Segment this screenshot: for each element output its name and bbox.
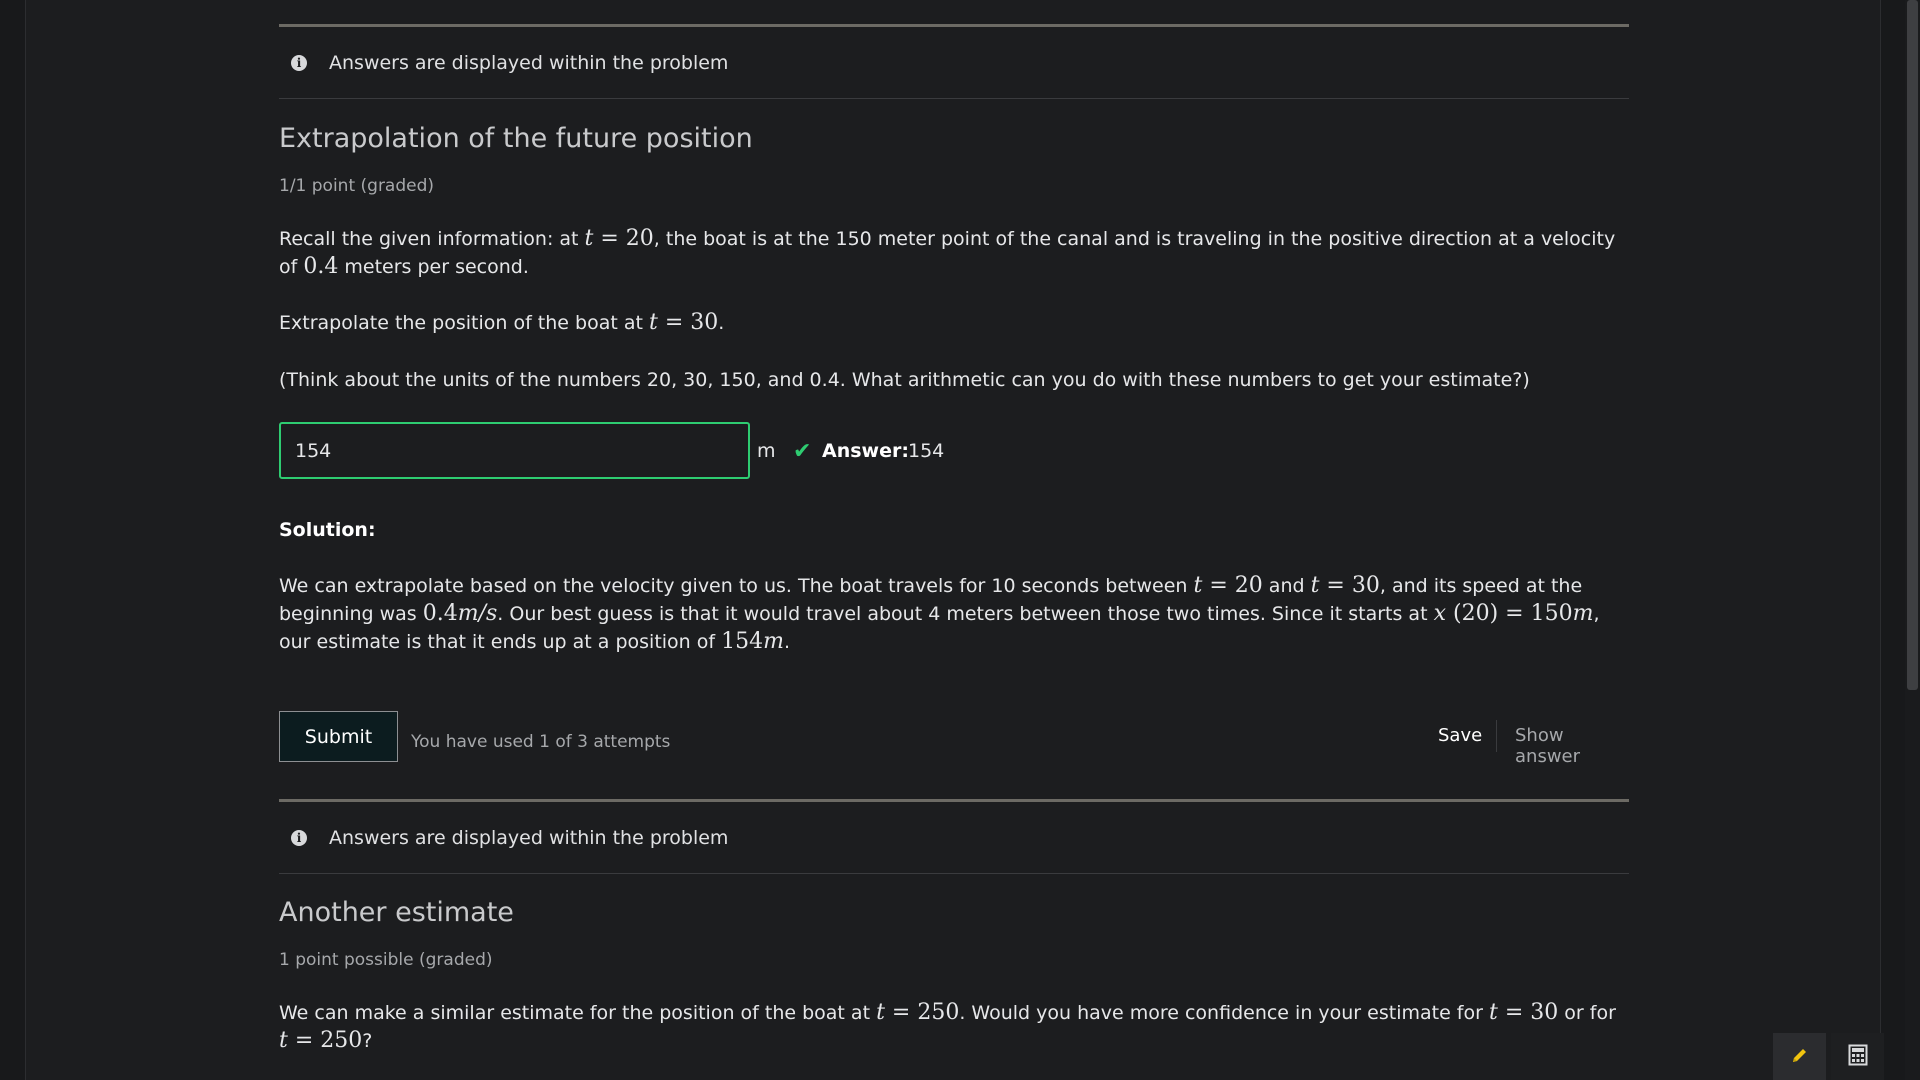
text: and xyxy=(1262,575,1311,597)
problem-points: 1 point possible (graded) xyxy=(279,950,493,970)
pencil-icon xyxy=(1790,1045,1810,1069)
math: 154 xyxy=(721,629,764,654)
problem-title: Another estimate xyxy=(279,897,514,928)
text: Extrapolate the position of the boat at xyxy=(279,312,649,334)
action-divider xyxy=(1496,720,1497,752)
solution-label: Solution: xyxy=(279,519,376,541)
math: m xyxy=(1572,601,1594,626)
save-button[interactable]: Save xyxy=(1438,725,1482,746)
text: or for xyxy=(1558,1002,1616,1024)
calculator-icon xyxy=(1848,1044,1868,1070)
show-answer-button[interactable]: Show answer xyxy=(1515,725,1629,767)
math: = 20 xyxy=(593,226,654,251)
text: Recall the given information: at xyxy=(279,228,585,250)
answers-notice: i Answers are displayed within the probl… xyxy=(279,799,1629,874)
answer-label: Answer: xyxy=(822,440,909,462)
math: = 250 xyxy=(287,1028,363,1053)
submit-button[interactable]: Submit xyxy=(279,711,398,762)
text: ? xyxy=(362,1030,373,1052)
right-rail xyxy=(1880,0,1906,1080)
calculator-button[interactable] xyxy=(1831,1033,1884,1080)
math: = 30 xyxy=(1497,1000,1559,1025)
math-t: t xyxy=(1488,1000,1498,1025)
math: m xyxy=(763,629,784,654)
math-t: t xyxy=(876,1000,885,1025)
solution-text: We can extrapolate based on the velocity… xyxy=(279,572,1629,656)
text: meters per second. xyxy=(338,256,529,278)
math: m/s xyxy=(457,601,498,626)
answer-input[interactable] xyxy=(279,422,750,479)
problem-points: 1/1 point (graded) xyxy=(279,176,435,196)
text: . xyxy=(784,631,791,653)
notice-text: Answers are displayed within the problem xyxy=(329,826,729,849)
check-icon: ✔ xyxy=(793,439,812,464)
math: = 30 xyxy=(1319,573,1380,598)
math: 0.4 xyxy=(422,601,458,626)
math-x: x xyxy=(1433,601,1446,626)
math: = 30 xyxy=(657,310,719,335)
info-icon: i xyxy=(291,54,307,71)
answers-notice: i Answers are displayed within the probl… xyxy=(279,24,1629,99)
math: 0.4 xyxy=(303,254,339,279)
text: . xyxy=(718,312,725,334)
info-icon: i xyxy=(291,829,307,846)
notice-text: Answers are displayed within the problem xyxy=(329,51,729,74)
math-t: t xyxy=(648,310,658,335)
problem-statement: We can make a similar estimate for the p… xyxy=(279,999,1629,1055)
unit-label: m xyxy=(757,440,776,462)
problem-hint: (Think about the units of the numbers 20… xyxy=(279,369,1530,391)
problem-title: Extrapolation of the future position xyxy=(279,123,753,154)
left-rail xyxy=(0,0,26,1080)
attempts-text: You have used 1 of 3 attempts xyxy=(411,732,671,752)
text: We can extrapolate based on the velocity… xyxy=(279,575,1194,597)
answer-value: 154 xyxy=(908,440,945,462)
math-t: t xyxy=(279,1028,288,1053)
scrollbar-thumb[interactable] xyxy=(1907,0,1918,690)
text: We can make a similar estimate for the p… xyxy=(279,1002,877,1024)
math: = 250 xyxy=(884,1000,960,1025)
math: (20) = 150 xyxy=(1446,601,1573,626)
text: . Would you have more confidence in your… xyxy=(959,1002,1489,1024)
notes-button[interactable] xyxy=(1773,1033,1826,1080)
problem-question: Extrapolate the position of the boat at … xyxy=(279,309,1629,337)
problem-statement: Recall the given information: at t = 20,… xyxy=(279,225,1629,281)
math: = 20 xyxy=(1202,573,1263,598)
text: . Our best guess is that it would travel… xyxy=(497,603,1434,625)
